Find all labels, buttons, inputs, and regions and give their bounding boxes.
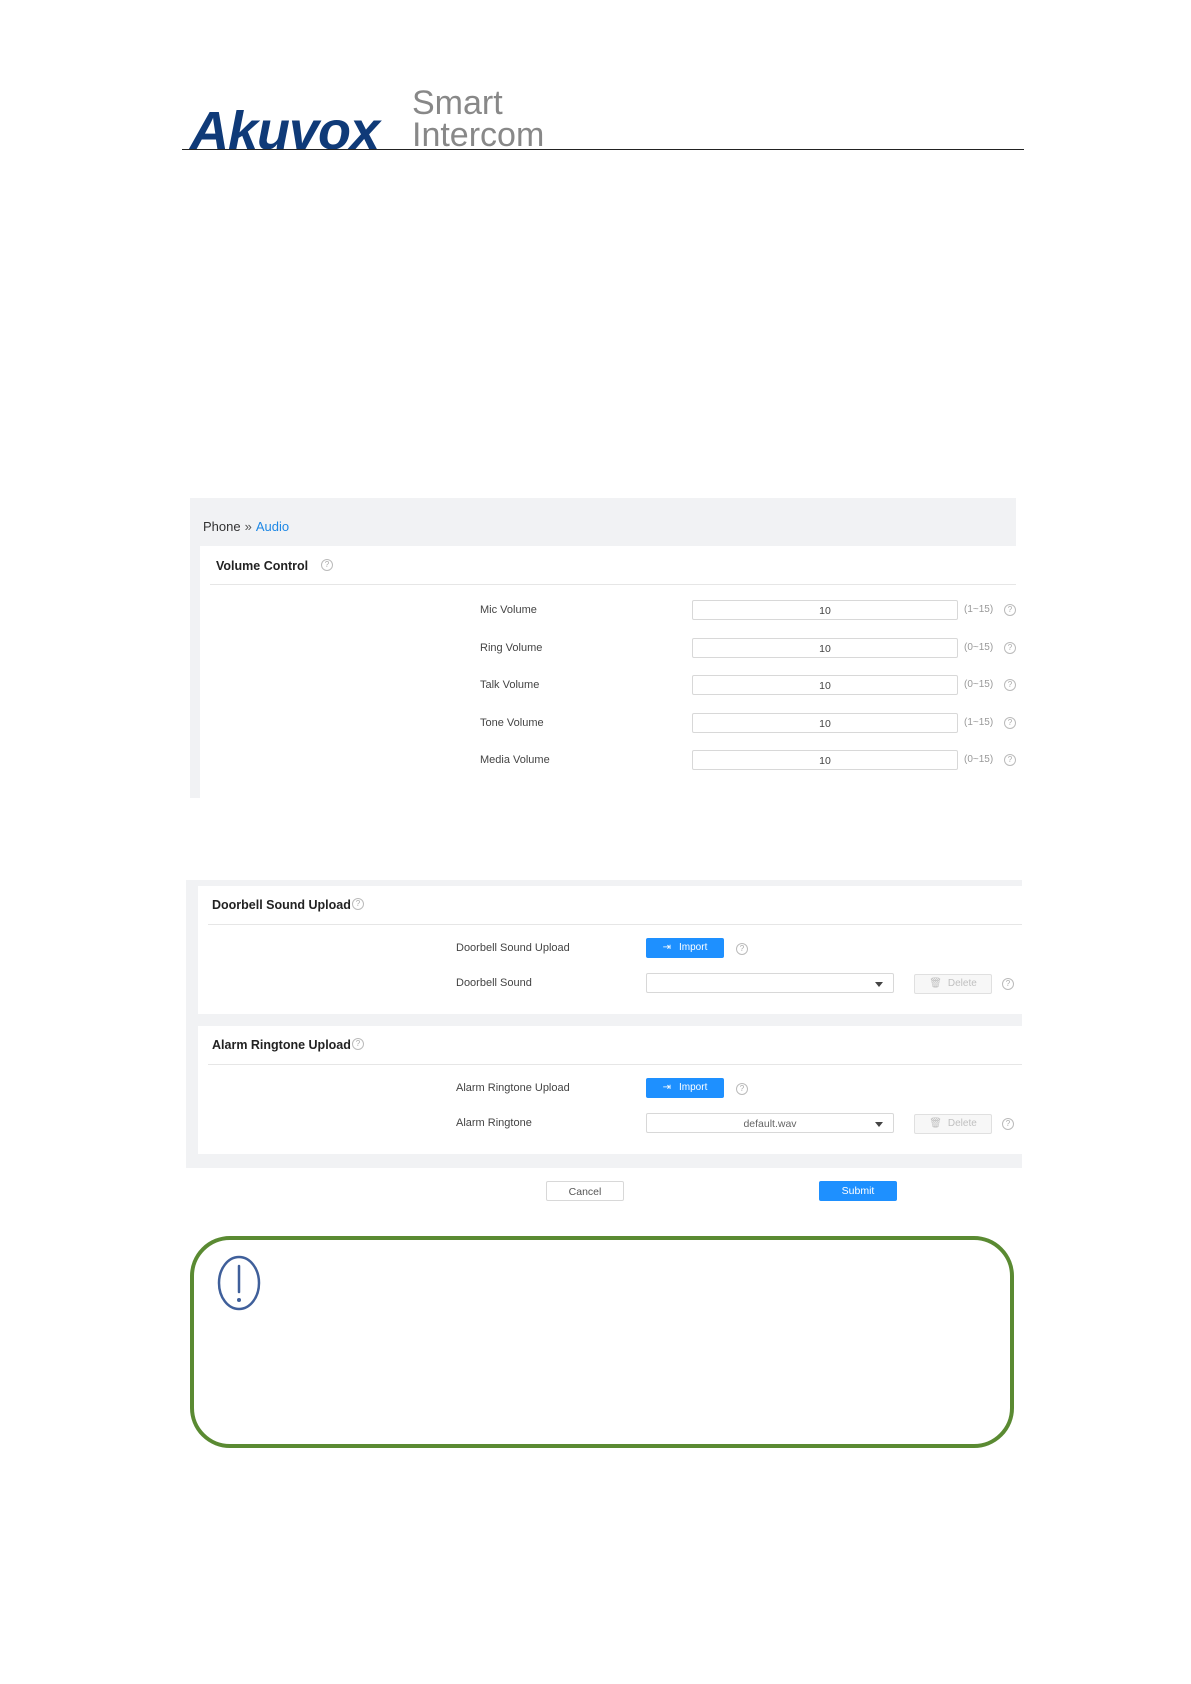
- alarm-delete-label: Delete: [947, 1118, 977, 1129]
- mic-volume-input[interactable]: 10: [692, 600, 958, 620]
- ring-volume-range: (0~15): [964, 642, 994, 653]
- help-icon[interactable]: ?: [1004, 754, 1016, 766]
- help-icon[interactable]: ?: [1002, 978, 1014, 990]
- trash-icon: 🗑: [929, 1118, 942, 1129]
- doorbell-upload-card: Doorbell Sound Upload ? Doorbell Sound U…: [198, 886, 1022, 1014]
- volume-control-title: Volume Control: [216, 559, 309, 573]
- chevron-down-icon: [875, 1122, 883, 1127]
- help-icon[interactable]: ?: [352, 898, 364, 910]
- header-rule: [182, 149, 1024, 150]
- logo-tagline-smart: Smart: [412, 84, 503, 122]
- help-icon[interactable]: ?: [1004, 642, 1016, 654]
- tone-volume-range: (1~15): [964, 717, 994, 728]
- breadcrumb-parent[interactable]: Phone: [203, 519, 241, 534]
- media-volume-input[interactable]: 10: [692, 750, 958, 770]
- doorbell-delete-label: Delete: [947, 978, 977, 989]
- ring-volume-input[interactable]: 10: [692, 638, 958, 658]
- volume-control-card: Volume Control ? Mic Volume 10 (1~15) ? …: [200, 546, 1016, 798]
- alarm-upload-card: Alarm Ringtone Upload ? Alarm Ringtone U…: [198, 1026, 1022, 1154]
- alarm-upload-label: Alarm Ringtone Upload: [456, 1082, 570, 1094]
- media-volume-label: Media Volume: [480, 754, 550, 766]
- doorbell-upload-title: Doorbell Sound Upload: [212, 898, 351, 912]
- help-icon[interactable]: ?: [1002, 1118, 1014, 1130]
- doorbell-upload-label: Doorbell Sound Upload: [456, 942, 570, 954]
- akuvox-logo: Akuvox Smart Intercom: [190, 84, 550, 158]
- help-icon[interactable]: ?: [736, 943, 748, 955]
- tone-volume-input[interactable]: 10: [692, 713, 958, 733]
- note-box: [190, 1236, 1014, 1448]
- breadcrumb-current[interactable]: Audio: [256, 519, 289, 534]
- import-icon: ⇥: [662, 942, 672, 953]
- submit-button[interactable]: Submit: [819, 1181, 897, 1201]
- breadcrumb: Phone» Audio: [203, 519, 289, 534]
- doorbell-import-label: Import: [679, 942, 708, 953]
- talk-volume-label: Talk Volume: [480, 679, 540, 691]
- media-volume-range: (0~15): [964, 754, 994, 765]
- section-divider: [208, 924, 1022, 925]
- alarm-import-label: Import: [679, 1082, 708, 1093]
- alarm-ringtone-label: Alarm Ringtone: [456, 1117, 532, 1129]
- breadcrumb-separator: »: [244, 519, 252, 534]
- alarm-import-button[interactable]: ⇥ Import: [646, 1078, 724, 1098]
- section-divider: [208, 1064, 1022, 1065]
- help-icon[interactable]: ?: [736, 1083, 748, 1095]
- logo-tagline-intercom: Intercom: [412, 116, 545, 154]
- alarm-ringtone-select[interactable]: default.wav: [646, 1113, 894, 1133]
- doorbell-sound-select[interactable]: [646, 973, 894, 993]
- help-icon[interactable]: ?: [1004, 604, 1016, 616]
- talk-volume-input[interactable]: 10: [692, 675, 958, 695]
- alarm-upload-title: Alarm Ringtone Upload: [212, 1038, 351, 1052]
- alarm-delete-button[interactable]: 🗑 Delete: [914, 1114, 992, 1134]
- doorbell-delete-button[interactable]: 🗑 Delete: [914, 974, 992, 994]
- chevron-down-icon: [875, 982, 883, 987]
- help-icon[interactable]: ?: [1004, 679, 1016, 691]
- alarm-ringtone-value: default.wav: [743, 1118, 797, 1130]
- cancel-button[interactable]: Cancel: [546, 1181, 624, 1201]
- help-icon[interactable]: ?: [321, 559, 333, 571]
- import-icon: ⇥: [662, 1082, 672, 1093]
- ring-volume-label: Ring Volume: [480, 642, 543, 654]
- section-divider: [210, 584, 1016, 585]
- help-icon[interactable]: ?: [352, 1038, 364, 1050]
- talk-volume-range: (0~15): [964, 679, 994, 690]
- upload-screenshot: Doorbell Sound Upload ? Doorbell Sound U…: [186, 880, 1022, 1168]
- help-icon[interactable]: ?: [1004, 717, 1016, 729]
- volume-screenshot: Phone» Audio Volume Control ? Mic Volume …: [190, 498, 1016, 798]
- doorbell-sound-label: Doorbell Sound: [456, 977, 532, 989]
- doorbell-import-button[interactable]: ⇥ Import: [646, 938, 724, 958]
- tone-volume-label: Tone Volume: [480, 717, 544, 729]
- mic-volume-range: (1~15): [964, 604, 994, 615]
- exclamation-circle-icon: [217, 1255, 261, 1311]
- trash-icon: 🗑: [929, 978, 942, 989]
- mic-volume-label: Mic Volume: [480, 604, 537, 616]
